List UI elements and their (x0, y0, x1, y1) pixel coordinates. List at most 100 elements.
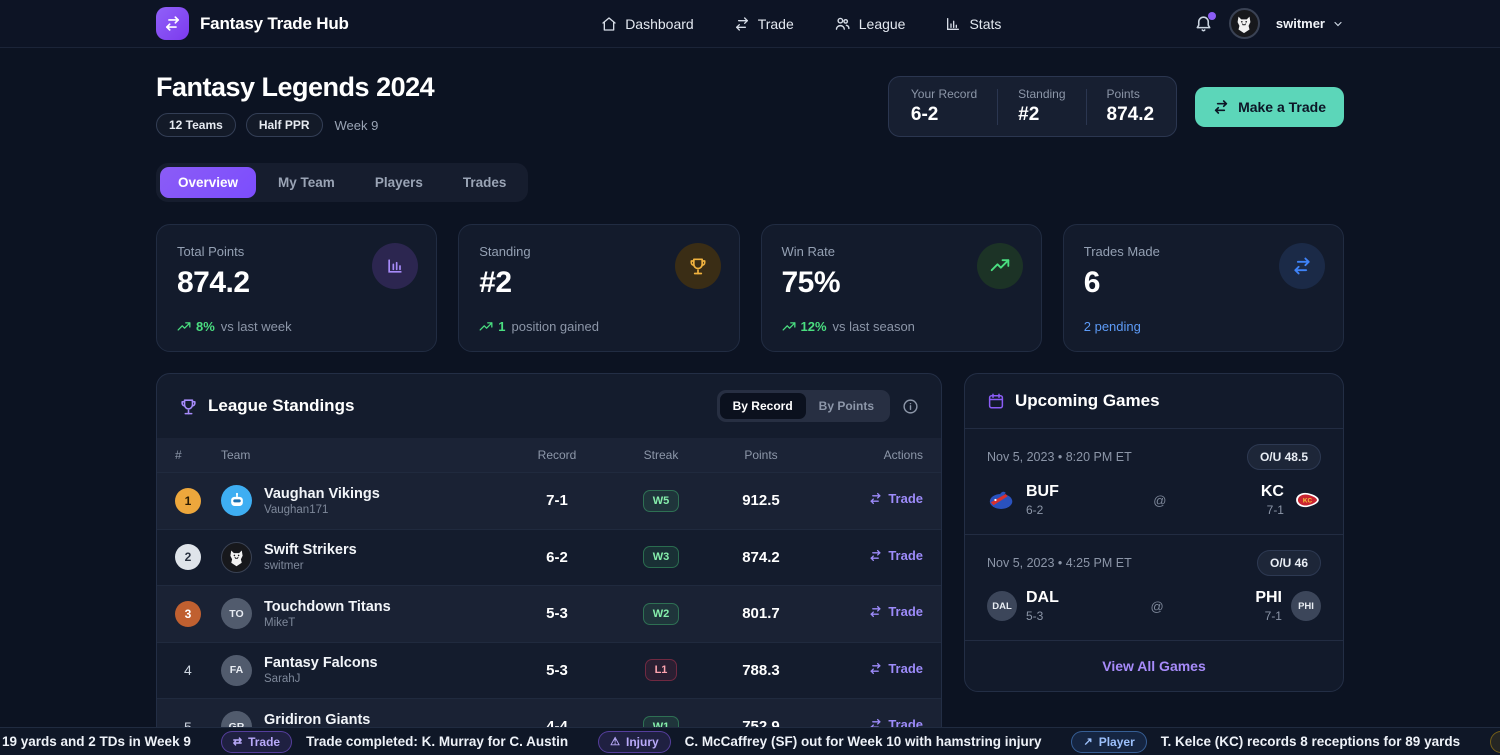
tab-trades[interactable]: Trades (445, 167, 525, 198)
stat-card-standing: Standing #2 1 position gained (458, 224, 739, 352)
chiefs-logo-icon: KC (1293, 490, 1321, 510)
table-row-vaughan-vikings[interactable]: 1 Vaughan Vikings Vaughan171 7-1 W5 912.… (157, 472, 941, 529)
nav-item-stats[interactable]: Stats (945, 16, 1001, 32)
trade-action-button[interactable]: Trade (811, 661, 923, 676)
away-team-record: 5-3 (1026, 609, 1059, 623)
stat-card-win-rate: Win Rate 75% 12% vs last season (761, 224, 1042, 352)
bar-chart-icon (372, 243, 418, 289)
nav-item-trade[interactable]: Trade (734, 16, 794, 32)
notification-dot (1208, 12, 1216, 20)
trending-up-icon: ↗ (1083, 735, 1092, 748)
game-buf-kc[interactable]: Nov 5, 2023 • 8:20 PM ET O/U 48.5 BUF 6-… (965, 429, 1343, 535)
injury-badge[interactable]: ⚠Injury (598, 731, 671, 753)
game-datetime: Nov 5, 2023 • 8:20 PM ET (987, 450, 1132, 464)
col-points: Points (711, 448, 811, 462)
main-nav: Dashboard Trade League Stats (601, 15, 1001, 32)
trade-label: Trade (888, 604, 923, 619)
make-a-trade-button[interactable]: Make a Trade (1195, 87, 1344, 127)
standing-label: Standing (1018, 87, 1065, 101)
divider (1086, 89, 1087, 125)
points-label: Points (1107, 87, 1155, 101)
info-icon[interactable] (902, 398, 919, 415)
swap-icon (869, 605, 882, 618)
table-row-touchdown-titans[interactable]: 3 TO Touchdown Titans MikeT 5-3 W2 801.7… (157, 585, 941, 642)
trend-value: 12% (801, 319, 827, 334)
trade-action-button[interactable]: Trade (811, 604, 923, 619)
waiver-badge[interactable]: ↘Waiver (1490, 731, 1500, 753)
trade-badge[interactable]: ⇄Trade (221, 731, 292, 753)
swap-icon (1279, 243, 1325, 289)
initials-avatar: FA (221, 655, 252, 686)
user-avatar[interactable] (1229, 8, 1260, 39)
record-value: 7-1 (503, 492, 611, 509)
trade-action-button[interactable]: Trade (811, 491, 923, 506)
view-all-games-link[interactable]: View All Games (965, 641, 1343, 691)
wolf-mascot-icon (1233, 13, 1255, 35)
home-icon (601, 16, 617, 32)
teams-count-badge: 12 Teams (156, 113, 236, 137)
col-record: Record (503, 448, 611, 462)
ticker-text: Trade completed: K. Murray for C. Austin (306, 734, 568, 749)
stat-card-trades-made: Trades Made 6 2 pending (1063, 224, 1344, 352)
ticker-text: 19 yards and 2 TDs in Week 9 (2, 734, 191, 749)
ticker-text: T. Kelce (KC) records 8 receptions for 8… (1161, 734, 1460, 749)
team-name: Swift Strikers (264, 542, 357, 558)
rank-badge: 2 (175, 544, 201, 570)
nav-item-dashboard[interactable]: Dashboard (601, 16, 694, 32)
tab-my-team[interactable]: My Team (260, 167, 353, 198)
col-team: Team (221, 448, 503, 462)
swap-icon (869, 549, 882, 562)
over-under-badge: O/U 46 (1257, 550, 1321, 576)
team-owner: Vaughan171 (264, 504, 380, 516)
tab-overview[interactable]: Overview (160, 167, 256, 198)
top-navbar: Fantasy Trade Hub Dashboard Trade League… (0, 0, 1500, 48)
chevron-down-icon (1332, 18, 1344, 30)
toggle-by-points[interactable]: By Points (806, 393, 887, 419)
nav-label: Stats (969, 16, 1001, 32)
page-title: Fantasy Legends 2024 (156, 72, 434, 103)
view-tabs: Overview My Team Players Trades (156, 163, 528, 202)
trending-up-icon (977, 243, 1023, 289)
streak-badge: W5 (643, 490, 680, 512)
phi-logo: PHI (1291, 591, 1321, 621)
nav-label: League (859, 16, 906, 32)
away-team-record: 6-2 (1026, 503, 1059, 517)
swap-icon: ⇄ (233, 735, 242, 748)
ticker-text: C. McCaffrey (SF) out for Week 10 with h… (685, 734, 1042, 749)
points-value: 874.2 (711, 549, 811, 566)
game-dal-phi[interactable]: Nov 5, 2023 • 4:25 PM ET O/U 46 DAL DAL … (965, 535, 1343, 641)
trend-value: 1 (498, 319, 505, 334)
toggle-by-record[interactable]: By Record (720, 393, 806, 419)
away-team-abbr: BUF (1026, 483, 1059, 501)
dal-logo: DAL (987, 591, 1017, 621)
col-rank: # (175, 448, 221, 462)
swap-icon (869, 492, 882, 505)
users-icon (834, 15, 851, 32)
pending-trades-link[interactable]: 2 pending (1084, 319, 1141, 334)
nav-item-league[interactable]: League (834, 15, 906, 32)
team-owner: switmer (264, 560, 357, 572)
wolf-avatar (221, 542, 252, 573)
record-value: 5-3 (503, 605, 611, 622)
streak-badge: W3 (643, 546, 680, 568)
bar-chart-icon (945, 16, 961, 32)
brand[interactable]: Fantasy Trade Hub (156, 7, 349, 40)
upcoming-games-panel: Upcoming Games Nov 5, 2023 • 8:20 PM ET … (964, 373, 1344, 692)
trend-suffix: position gained (511, 319, 598, 334)
app-title: Fantasy Trade Hub (200, 14, 349, 34)
rank-badge: 3 (175, 601, 201, 627)
standing-value: #2 (1018, 104, 1065, 126)
table-row-fantasy-falcons[interactable]: 4 FA Fantasy Falcons SarahJ 5-3 L1 788.3… (157, 642, 941, 699)
team-name: Touchdown Titans (264, 599, 391, 615)
trophy-icon (675, 243, 721, 289)
player-badge[interactable]: ↗Player (1071, 731, 1146, 753)
home-team-abbr: KC (1261, 483, 1284, 501)
team-name: Vaughan Vikings (264, 486, 380, 502)
tab-players[interactable]: Players (357, 167, 441, 198)
notifications-bell-icon[interactable] (1194, 14, 1213, 33)
trend-up-icon: 12% (782, 319, 827, 334)
trade-action-button[interactable]: Trade (811, 548, 923, 563)
user-menu[interactable]: switmer (1276, 16, 1344, 31)
away-team-abbr: DAL (1026, 589, 1059, 607)
table-row-swift-strikers[interactable]: 2 Swift Strikers switmer 6-2 W3 874.2 Tr… (157, 529, 941, 586)
